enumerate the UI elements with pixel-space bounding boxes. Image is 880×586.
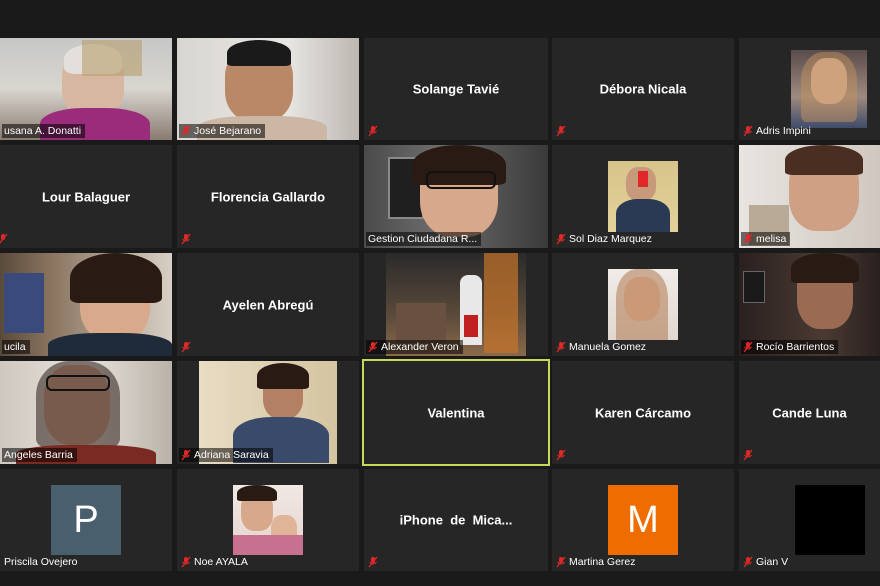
participant-caption <box>179 232 195 246</box>
participant-tile[interactable]: Alexander Veron <box>364 253 548 356</box>
participant-tile[interactable]: Solange Tavié <box>364 38 548 140</box>
participant-caption: Martina Gerez <box>554 555 640 569</box>
participant-tile[interactable]: M Martina Gerez <box>552 469 734 571</box>
mic-muted-icon <box>743 125 753 137</box>
participant-caption <box>741 448 757 462</box>
participant-tile[interactable]: Cande Luna <box>739 361 880 464</box>
participant-caption: Gian V <box>741 555 792 569</box>
mic-muted-icon <box>368 556 378 568</box>
avatar: P <box>51 485 121 555</box>
participant-tile[interactable]: Rocío Barrientos <box>739 253 880 356</box>
participant-tile[interactable]: Lour Balaguer <box>0 145 172 248</box>
participant-name: Florencia Gallardo <box>210 189 326 204</box>
participant-caption <box>179 340 195 354</box>
mic-muted-icon <box>556 449 566 461</box>
participant-caption: usana A. Donatti <box>2 124 86 138</box>
participant-caption: Adriana Saravia <box>179 448 273 462</box>
participant-caption <box>0 232 12 246</box>
participant-name: Lour Balaguer <box>41 189 131 204</box>
participant-tile[interactable]: Débora Nicala <box>552 38 734 140</box>
mic-muted-icon <box>181 556 191 568</box>
participant-name: Débora Nicala <box>599 81 687 97</box>
participant-tile[interactable]: Adris Impini <box>739 38 880 140</box>
participant-caption <box>366 555 382 569</box>
mic-muted-icon <box>0 233 8 244</box>
participant-tile[interactable]: Angeles Barria <box>0 361 172 464</box>
mic-muted-icon <box>556 125 566 137</box>
participant-caption: Gestion Ciudadana R... <box>366 232 482 246</box>
participant-tile-active-speaker[interactable]: Valentina <box>362 359 550 466</box>
participant-video <box>608 269 678 340</box>
mic-muted-icon <box>181 341 191 353</box>
mic-muted-icon <box>556 341 566 353</box>
participant-caption: ucila <box>2 340 30 354</box>
participant-tile[interactable]: usana A. Donatti <box>0 38 172 140</box>
mic-muted-icon <box>181 233 191 245</box>
mic-muted-icon <box>181 125 191 137</box>
participant-caption: Adris Impini <box>741 124 815 138</box>
participant-tile[interactable]: Florencia Gallardo <box>177 145 359 248</box>
participant-caption <box>554 124 570 138</box>
participant-tile[interactable]: Noe AYALA <box>177 469 359 571</box>
mic-muted-icon <box>368 125 378 137</box>
avatar: M <box>608 485 678 555</box>
mic-muted-icon <box>556 233 566 245</box>
participant-name: Cande Luna <box>772 405 847 420</box>
participant-tile[interactable]: Karen Cárcamo <box>552 361 734 464</box>
participant-video <box>795 485 865 555</box>
participant-name: iPhone de Mica... <box>399 512 513 528</box>
participant-tile[interactable]: Gian V <box>739 469 880 571</box>
participant-caption: Manuela Gomez <box>554 340 650 354</box>
participant-tile[interactable]: José Bejarano <box>177 38 359 140</box>
participant-caption <box>366 124 382 138</box>
participant-video <box>233 485 303 555</box>
participant-caption: melisa <box>741 232 791 246</box>
participant-tile[interactable]: P Priscila Ovejero <box>0 469 172 571</box>
participant-tile[interactable]: Gestion Ciudadana R... <box>364 145 548 248</box>
mic-muted-icon <box>743 449 753 461</box>
mic-muted-icon <box>743 341 753 353</box>
participant-tile[interactable]: melisa <box>739 145 880 248</box>
participant-caption: Angeles Barria <box>2 448 77 462</box>
participant-caption: Rocío Barrientos <box>741 340 839 354</box>
participant-tile[interactable]: iPhone de Mica... <box>364 469 548 571</box>
gallery-grid: usana A. Donatti José Bejarano Solange T… <box>0 0 880 586</box>
participant-name: Ayelen Abregú <box>222 297 314 312</box>
participant-video <box>608 161 678 232</box>
participant-tile[interactable]: Sol Diaz Marquez <box>552 145 734 248</box>
participant-name: Karen Cárcamo <box>594 405 692 420</box>
mic-muted-icon <box>181 449 191 461</box>
participant-name: Valentina <box>427 405 485 420</box>
participant-tile[interactable]: Ayelen Abregú <box>177 253 359 356</box>
participant-name: Solange Tavié <box>412 81 500 97</box>
participant-caption <box>554 448 570 462</box>
mic-muted-icon <box>556 556 566 568</box>
mic-muted-icon <box>743 556 753 568</box>
participant-tile[interactable]: Manuela Gomez <box>552 253 734 356</box>
participant-tile[interactable]: Adriana Saravia <box>177 361 359 464</box>
mic-muted-icon <box>743 233 753 245</box>
participant-caption: Sol Diaz Marquez <box>554 232 656 246</box>
participant-caption: Alexander Veron <box>366 340 463 354</box>
participant-caption: Priscila Ovejero <box>4 556 78 568</box>
participant-tile[interactable]: ucila <box>0 253 172 356</box>
participant-caption: Noe AYALA <box>179 555 252 569</box>
participant-caption: José Bejarano <box>179 124 266 138</box>
participant-video <box>791 50 867 128</box>
mic-muted-icon <box>368 341 378 353</box>
